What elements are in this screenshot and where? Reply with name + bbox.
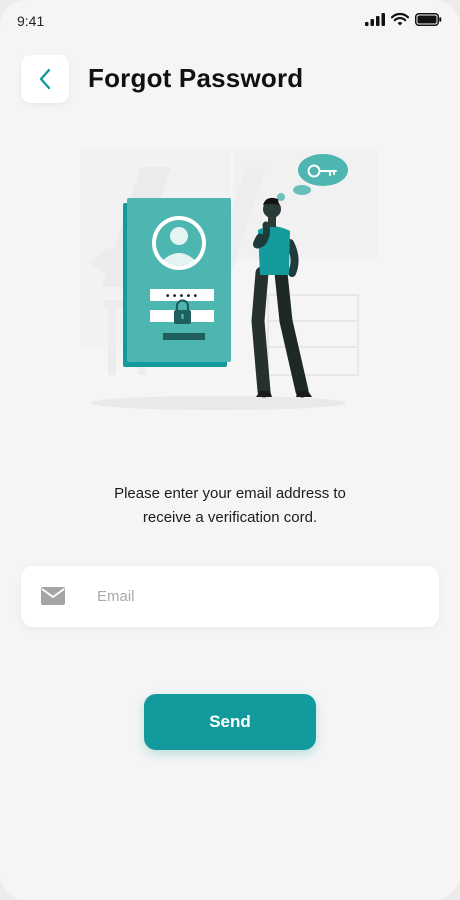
signal-icon <box>365 13 385 26</box>
page-title: Forgot Password <box>88 63 304 93</box>
wifi-icon <box>391 13 409 26</box>
battery-icon <box>415 13 442 26</box>
status-bar: 9:41 <box>0 0 460 44</box>
instruction-line-2: receive a verification cord. <box>142 509 318 526</box>
status-time: 9:41 <box>17 13 45 29</box>
status-icons <box>365 13 442 26</box>
instruction-line-1: Please enter your email address to <box>114 485 346 502</box>
email-input[interactable] <box>97 566 427 627</box>
chevron-left-icon <box>39 68 51 90</box>
send-button[interactable]: Send <box>144 694 316 750</box>
forgot-password-illustration: ••••• <box>78 145 384 415</box>
phone-screen: 9:41 Forgot Password ••••• Please enter … <box>0 0 460 900</box>
back-button[interactable] <box>21 55 69 103</box>
instruction-text: Please enter your email address to recei… <box>40 482 420 530</box>
envelope-icon <box>41 587 65 605</box>
email-field[interactable] <box>21 566 439 627</box>
